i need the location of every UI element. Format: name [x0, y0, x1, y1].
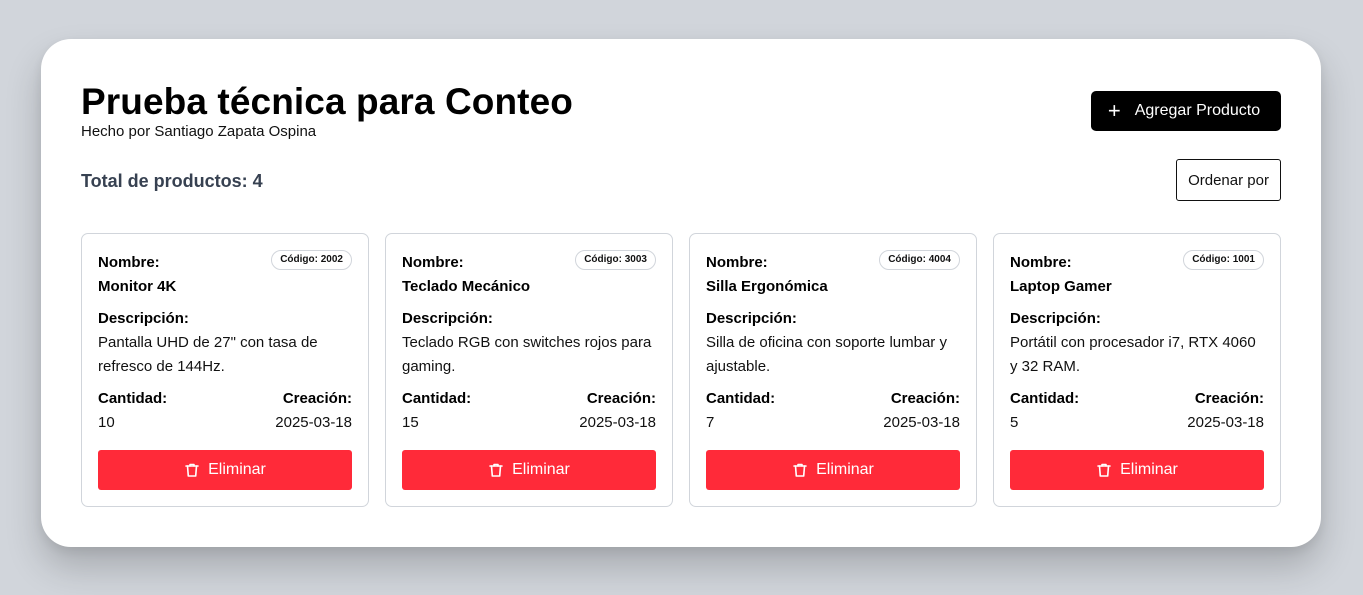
- product-created-date: 2025-03-18: [579, 414, 656, 431]
- product-code-badge: Código: 4004: [879, 250, 960, 270]
- delete-button[interactable]: Eliminar: [1010, 450, 1264, 490]
- product-code-badge: Código: 2002: [271, 250, 352, 270]
- product-name: Teclado Mecánico: [402, 278, 531, 295]
- quantity-label: Cantidad:: [706, 390, 776, 407]
- add-product-label: Agregar Producto: [1134, 102, 1261, 119]
- product-created-date: 2025-03-18: [883, 414, 960, 431]
- product-description: Portátil con procesador i7, RTX 4060 y 3…: [1010, 334, 1256, 375]
- product-quantity: 15: [402, 414, 419, 431]
- product-card: Código: 3003 Nombre: Teclado Mecánico De…: [385, 233, 673, 507]
- created-label: Creación:: [890, 390, 960, 407]
- product-description: Pantalla UHD de 27" con tasa de refresco…: [98, 334, 318, 375]
- product-name: Monitor 4K: [98, 278, 177, 295]
- delete-label: Eliminar: [512, 461, 570, 478]
- delete-button[interactable]: Eliminar: [402, 450, 656, 490]
- main-panel: Prueba técnica para Conteo Hecho por San…: [41, 39, 1321, 547]
- delete-label: Eliminar: [816, 461, 874, 478]
- name-label: Nombre:: [706, 254, 768, 271]
- product-card: Código: 4004 Nombre: Silla Ergonómica De…: [689, 233, 977, 507]
- trash-icon: [184, 462, 200, 478]
- product-created-date: 2025-03-18: [275, 414, 352, 431]
- product-quantity: 10: [98, 414, 115, 431]
- trash-icon: [1096, 462, 1112, 478]
- name-label: Nombre:: [98, 254, 160, 271]
- trash-icon: [792, 462, 808, 478]
- name-label: Nombre:: [402, 254, 464, 271]
- name-label: Nombre:: [1010, 254, 1072, 271]
- delete-button[interactable]: Eliminar: [98, 450, 352, 490]
- page-subtitle: Hecho por Santiago Zapata Ospina: [81, 123, 317, 140]
- trash-icon: [488, 462, 504, 478]
- product-card: Código: 2002 Nombre: Monitor 4K Descripc…: [81, 233, 369, 507]
- product-created-date: 2025-03-18: [1187, 414, 1264, 431]
- product-code-badge: Código: 1001: [1183, 250, 1264, 270]
- quantity-label: Cantidad:: [98, 390, 168, 407]
- product-code-badge: Código: 3003: [575, 250, 656, 270]
- delete-label: Eliminar: [1120, 461, 1178, 478]
- created-label: Creación:: [1194, 390, 1264, 407]
- quantity-label: Cantidad:: [402, 390, 472, 407]
- total-products: Total de productos: 4: [81, 171, 263, 191]
- created-label: Creación:: [282, 390, 352, 407]
- description-label: Descripción:: [402, 310, 493, 327]
- product-grid: Código: 2002 Nombre: Monitor 4K Descripc…: [81, 233, 1281, 507]
- plus-icon: +: [1107, 98, 1121, 123]
- sort-button[interactable]: Ordenar por: [1176, 159, 1281, 201]
- delete-button[interactable]: Eliminar: [706, 450, 960, 490]
- product-quantity: 7: [706, 414, 715, 431]
- product-quantity: 5: [1010, 414, 1019, 431]
- description-label: Descripción:: [1010, 310, 1101, 327]
- created-label: Creación:: [586, 390, 656, 407]
- add-product-button[interactable]: + Agregar Producto: [1091, 91, 1281, 131]
- product-name: Laptop Gamer: [1010, 278, 1112, 295]
- page-title: Prueba técnica para Conteo: [81, 81, 573, 122]
- delete-label: Eliminar: [208, 461, 266, 478]
- description-label: Descripción:: [706, 310, 797, 327]
- product-name: Silla Ergonómica: [706, 278, 828, 295]
- description-label: Descripción:: [98, 310, 189, 327]
- product-card: Código: 1001 Nombre: Laptop Gamer Descri…: [993, 233, 1281, 507]
- product-description: Silla de oficina con soporte lumbar y aj…: [706, 334, 947, 375]
- quantity-label: Cantidad:: [1010, 390, 1080, 407]
- product-description: Teclado RGB con switches rojos para gami…: [402, 334, 652, 375]
